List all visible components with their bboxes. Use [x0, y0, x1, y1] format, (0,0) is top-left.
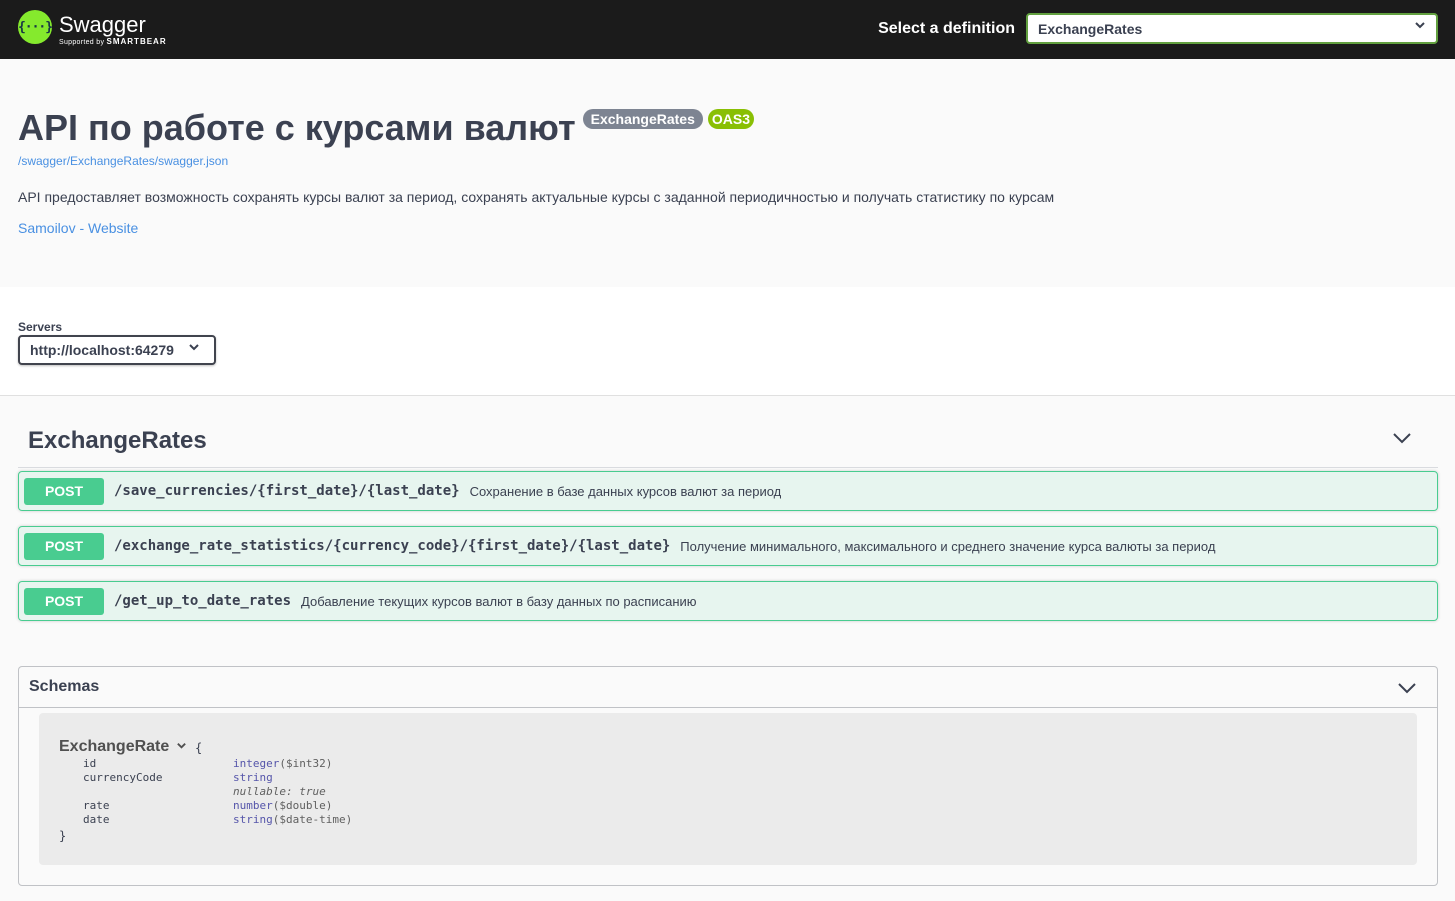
method-badge: POST	[24, 532, 104, 560]
page-title: API по работе с курсами валют	[18, 107, 576, 148]
logo-sub: Supported by SMARTBEAR	[59, 37, 167, 46]
operation-exchange-rate-statistics[interactable]: POST /exchange_rate_statistics/{currency…	[18, 526, 1438, 566]
collapse-chevron-icon[interactable]	[1392, 428, 1412, 448]
model-name[interactable]: ExchangeRate	[59, 738, 169, 756]
operation-path: /exchange_rate_statistics/{currency_code…	[114, 538, 671, 554]
definition-select-value: ExchangeRates	[1038, 21, 1143, 37]
property-type: integer($int32)	[233, 757, 332, 770]
property-type-format: ($date-time)	[272, 813, 353, 826]
logo-name: Swagger	[59, 12, 146, 37]
schemas-title: Schemas	[29, 678, 100, 695]
swagger-logo-text: Swagger Supported by SMARTBEAR	[59, 10, 167, 47]
property-name: id	[83, 757, 97, 770]
schemas-header[interactable]: Schemas	[19, 667, 1437, 708]
oas-badge: OAS3	[707, 109, 755, 129]
collapse-chevron-icon[interactable]	[1397, 678, 1417, 698]
property-name: currencyCode	[83, 771, 163, 784]
servers-select-value: http://localhost:64279	[30, 342, 174, 358]
version-badge: ExchangeRates	[582, 109, 703, 129]
swagger-logo[interactable]: {···} Swagger Supported by SMARTBEAR	[18, 10, 167, 46]
tag-divider	[18, 467, 1438, 468]
model-close-brace: }	[59, 829, 67, 843]
property-type-name: integer	[233, 757, 280, 770]
swagger-logo-icon: {···}	[18, 10, 53, 44]
api-description: API предоставляет возможность сохранять …	[18, 189, 1055, 205]
method-badge: POST	[24, 477, 104, 505]
definition-select[interactable]: ExchangeRates	[1026, 13, 1438, 44]
operation-summary: Добавление текущих курсов валют в базу д…	[301, 593, 697, 609]
definition-label: Select a definition	[878, 20, 1015, 37]
operation-summary: Получение минимального, максимального и …	[680, 538, 1216, 554]
model-toggle-icon[interactable]	[176, 740, 187, 754]
property-type: string($date-time)	[233, 813, 352, 826]
method-badge: POST	[24, 587, 104, 615]
operation-path: /save_currencies/{first_date}/{last_date…	[114, 483, 460, 499]
property-name: rate	[83, 799, 110, 812]
servers-section: Servers http://localhost:64279	[0, 287, 1455, 396]
property-type-name: string	[233, 771, 273, 784]
tag-title[interactable]: ExchangeRates	[28, 427, 207, 455]
title-row: API по работе с курсами валют ExchangeRa…	[18, 107, 755, 149]
property-nullable: nullable: true	[233, 785, 326, 798]
logo-sub-brand: SMARTBEAR	[106, 37, 167, 46]
property-type-name: string	[233, 813, 273, 826]
logo-sub-small: Supported by	[59, 39, 105, 46]
property-type-name: number	[233, 799, 273, 812]
property-type-format: ($int32)	[279, 757, 333, 770]
chevron-down-icon	[1414, 19, 1426, 34]
operation-save-currencies[interactable]: POST /save_currencies/{first_date}/{last…	[18, 471, 1438, 511]
swagger-json-link[interactable]: /swagger/ExchangeRates/swagger.json	[18, 154, 228, 168]
contact-link[interactable]: Samoilov - Website	[18, 220, 138, 236]
property-type-format: ($double)	[272, 799, 333, 812]
servers-label: Servers	[18, 320, 63, 334]
servers-select[interactable]: http://localhost:64279	[18, 335, 216, 365]
operation-get-up-to-date-rates[interactable]: POST /get_up_to_date_rates Добавление те…	[18, 581, 1438, 621]
operation-summary: Сохранение в базе данных курсов валют за…	[469, 483, 782, 499]
topbar: {···} Swagger Supported by SMARTBEAR Sel…	[0, 0, 1455, 59]
model-open-brace: {	[195, 741, 203, 755]
property-type: string	[233, 771, 273, 784]
model-exchangerate: ExchangeRate { id integer($int32) curren…	[39, 713, 1417, 865]
operation-path: /get_up_to_date_rates	[114, 593, 292, 609]
property-name: date	[83, 813, 110, 826]
property-type: number($double)	[233, 799, 332, 812]
chevron-down-icon	[188, 341, 200, 356]
schemas-section: Schemas ExchangeRate { id integer($int32…	[18, 666, 1438, 886]
